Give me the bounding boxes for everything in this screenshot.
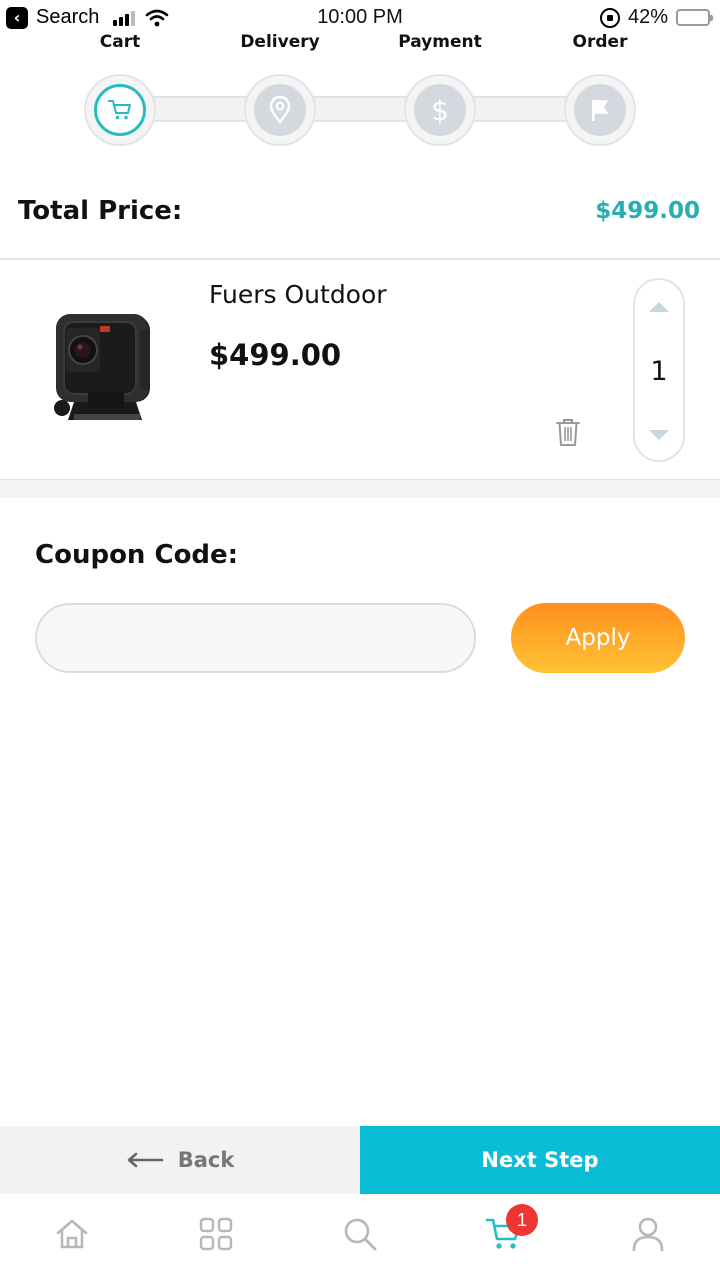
back-button[interactable]: Back	[0, 1126, 360, 1194]
total-price-label: Total Price:	[18, 196, 183, 226]
status-bar: ‹ Search 10:00 PM 42%	[0, 0, 720, 36]
next-step-button[interactable]: Next Step	[360, 1126, 720, 1194]
user-icon	[632, 1217, 664, 1252]
cart-count-badge: 1	[506, 1204, 538, 1236]
arrow-left-icon	[127, 1152, 164, 1168]
increase-quantity-arrow-icon[interactable]	[649, 302, 669, 312]
step-label-delivery: Delivery	[240, 32, 320, 52]
flag-icon	[592, 100, 608, 121]
cart-icon	[108, 100, 131, 120]
step-order[interactable]	[564, 74, 636, 146]
battery-percentage: 42%	[627, 6, 668, 28]
section-separator	[0, 480, 720, 498]
home-icon	[56, 1219, 88, 1249]
step-label-payment: Payment	[398, 32, 482, 52]
trash-icon[interactable]	[553, 416, 583, 448]
total-price-value: $499.00	[595, 198, 700, 224]
search-icon	[344, 1218, 377, 1251]
grid-icon	[199, 1217, 233, 1251]
tab-home[interactable]	[52, 1214, 92, 1254]
step-labels: Cart Delivery Payment Order	[0, 32, 720, 56]
status-right: 42%	[599, 6, 713, 29]
back-button-label: Back	[177, 1148, 235, 1172]
step-payment[interactable]: $	[404, 74, 476, 146]
tab-profile[interactable]	[628, 1214, 668, 1254]
orientation-lock-icon	[599, 7, 620, 28]
tab-categories[interactable]	[196, 1214, 236, 1254]
product-name[interactable]: Fuers Outdoor	[209, 280, 387, 309]
quantity-value: 1	[650, 356, 668, 387]
quantity-stepper: 1	[633, 278, 685, 462]
coupon-code-label: Coupon Code:	[35, 540, 239, 570]
step-label-cart: Cart	[99, 32, 141, 52]
battery-icon	[676, 9, 713, 26]
tab-bar	[0, 1194, 720, 1280]
step-cart[interactable]	[84, 74, 156, 146]
step-progress-track	[120, 96, 600, 122]
location-pin-icon	[269, 96, 291, 124]
divider	[0, 258, 720, 260]
coupon-code-input[interactable]	[35, 603, 476, 673]
step-delivery[interactable]	[244, 74, 316, 146]
step-label-order: Order	[572, 32, 628, 52]
decrease-quantity-arrow-icon[interactable]	[649, 430, 669, 440]
product-price: $499.00	[209, 338, 342, 372]
apply-coupon-button[interactable]: Apply	[511, 603, 685, 673]
tab-search[interactable]	[340, 1214, 380, 1254]
dollar-icon: $	[431, 93, 449, 127]
product-image	[54, 314, 150, 420]
